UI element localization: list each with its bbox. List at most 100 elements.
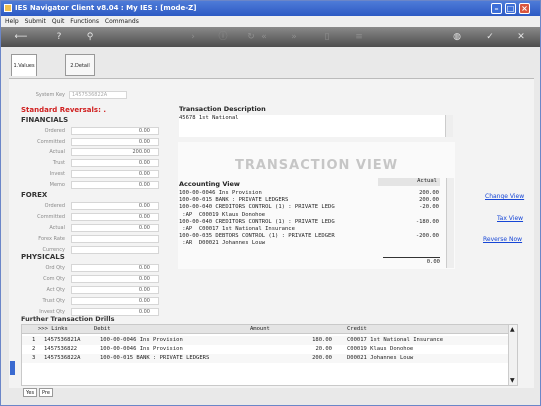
forex-committed-value[interactable]: 0.00 bbox=[71, 213, 159, 221]
com-qty-label: Com Qty bbox=[43, 276, 65, 282]
menu-quit[interactable]: Quit bbox=[52, 18, 65, 25]
row-number: 2 bbox=[32, 346, 36, 352]
ord-qty-label: Ord Qty bbox=[45, 265, 65, 271]
close-window-button[interactable]: × bbox=[519, 3, 530, 14]
further-drills-title: Further Transaction Drills bbox=[21, 315, 115, 323]
scroll-down-icon[interactable]: ▼ bbox=[510, 377, 515, 384]
table-row[interactable]: 1 1457536821A 100-00-0046 Ins Provision … bbox=[22, 336, 509, 345]
side-indicator bbox=[10, 361, 15, 375]
refresh-icon[interactable]: ↻ bbox=[245, 31, 257, 43]
menu-submit[interactable]: Submit bbox=[25, 18, 46, 25]
minimize-button[interactable]: – bbox=[491, 3, 502, 14]
row-credit: C00017 1st National Insurance bbox=[347, 337, 444, 343]
row-link[interactable]: 1457536822A bbox=[44, 355, 80, 361]
info-icon[interactable]: ⓘ bbox=[217, 31, 229, 43]
row-debit: 100-00-0046 Ins Provision bbox=[100, 346, 183, 352]
transaction-description-field[interactable]: 45678 1st National bbox=[179, 115, 449, 137]
menu-commands[interactable]: Commands bbox=[105, 18, 139, 25]
table-row[interactable]: 2 1457536822 100-00-0046 Ins Provision 2… bbox=[22, 345, 509, 354]
last-icon[interactable]: » bbox=[288, 31, 300, 43]
change-view-link[interactable]: Change View bbox=[485, 193, 524, 200]
description-scrollbar[interactable] bbox=[445, 115, 453, 137]
accounting-line: 100-00-040 CREDITORS CONTROL (1) : PRIVA… bbox=[179, 218, 439, 225]
maximize-button[interactable]: □ bbox=[505, 3, 516, 14]
row-link[interactable]: 1457536822 bbox=[44, 346, 77, 352]
drills-header: >>> Links Debit Amount Credit bbox=[22, 325, 517, 334]
row-debit: 100-00-0046 Ins Provision bbox=[100, 337, 183, 343]
bottom-tab-pre[interactable]: Pre bbox=[39, 388, 53, 397]
globe-icon[interactable]: ◍ bbox=[451, 31, 463, 43]
toolbar: ⟵ ? ⚲ › ⓘ ↻ « » ▯ ≡ ◍ ✓ ✕ bbox=[1, 27, 540, 47]
bottom-tab-yes[interactable]: Yes bbox=[23, 388, 38, 397]
trust-label: Trust bbox=[52, 160, 65, 166]
accounting-line: 100-00-035 DEBTORS CONTROL (1) : PRIVATE… bbox=[179, 233, 439, 240]
menu-functions[interactable]: Functions bbox=[70, 18, 99, 25]
memo-label: Memo bbox=[49, 182, 65, 188]
search-icon[interactable]: ⚲ bbox=[84, 31, 96, 43]
col-links: >>> Links bbox=[38, 326, 68, 332]
com-qty-value[interactable]: 0.00 bbox=[71, 275, 159, 283]
accounting-line: :AP C00017 1st National Insurance bbox=[179, 225, 295, 232]
total-divider bbox=[383, 257, 440, 258]
tax-view-link[interactable]: Tax View bbox=[497, 215, 523, 222]
copy-icon[interactable]: ▯ bbox=[321, 31, 333, 43]
menu-bar: Help Submit Quit Functions Commands bbox=[1, 16, 540, 27]
accounting-line: :AR D00021 Johannes Louw bbox=[179, 240, 266, 247]
row-link[interactable]: 1457536821A bbox=[44, 337, 80, 343]
trust-value[interactable]: 0.00 bbox=[71, 159, 159, 167]
accounting-line: 100-00-040 CREDITORS CONTROL (1) : PRIVA… bbox=[179, 204, 439, 211]
row-amount: 180.00 bbox=[312, 337, 332, 343]
row-number: 3 bbox=[32, 355, 36, 361]
accounting-scrollbar[interactable] bbox=[446, 178, 454, 268]
forex-rate-value[interactable] bbox=[71, 235, 159, 243]
table-row[interactable]: 3 1457536822A 100-00-015 BANK : PRIVATE … bbox=[22, 354, 509, 363]
first-icon[interactable]: « bbox=[258, 31, 270, 43]
forex-title: FOREX bbox=[21, 191, 48, 199]
menu-help[interactable]: Help bbox=[5, 18, 19, 25]
drills-scrollbar[interactable]: ▲ ▼ bbox=[508, 325, 517, 385]
standard-reversals-label: Standard Reversals: . bbox=[21, 106, 106, 114]
accounting-line: :AP C00019 Klaus Donohoe bbox=[179, 211, 266, 218]
window-title: IES Navigator Client v8.04 : My IES : [m… bbox=[15, 4, 197, 12]
actual-column-header: Actual bbox=[378, 178, 440, 186]
col-debit: Debit bbox=[94, 326, 111, 332]
next-icon[interactable]: › bbox=[187, 31, 199, 43]
col-amount: Amount bbox=[250, 326, 270, 332]
ordered-label: Ordered bbox=[44, 128, 65, 134]
row-credit: D00021 Johannes Louw bbox=[347, 355, 414, 361]
accounting-lines: 100-00-0046 Ins Provision 200.00 100-00-0… bbox=[179, 190, 439, 248]
physicals-title: PHYSICALS bbox=[21, 253, 65, 261]
back-icon[interactable]: ⟵ bbox=[11, 31, 31, 43]
scroll-up-icon[interactable]: ▲ bbox=[510, 326, 515, 333]
invest-value[interactable]: 0.00 bbox=[71, 170, 159, 178]
act-qty-label: Act Qty bbox=[46, 287, 66, 293]
forex-actual-value[interactable]: 0.00 bbox=[71, 224, 159, 232]
help-icon[interactable]: ? bbox=[53, 31, 65, 43]
row-debit: 100-00-015 BANK : PRIVATE LEDGERS bbox=[100, 355, 210, 361]
ordered-value[interactable]: 0.00 bbox=[71, 127, 159, 135]
close-icon[interactable]: ✕ bbox=[515, 31, 527, 43]
memo-value[interactable]: 0.00 bbox=[71, 181, 159, 189]
accounting-line: 100-00-0046 Ins Provision 200.00 bbox=[179, 190, 439, 196]
tab-values[interactable]: 1.Values bbox=[11, 54, 37, 76]
reverse-now-link[interactable]: Reverse Now bbox=[483, 236, 522, 243]
system-key-field[interactable]: 1457536822A bbox=[69, 91, 127, 99]
trust-qty-label: Trust Qty bbox=[42, 298, 65, 304]
list-icon[interactable]: ≡ bbox=[353, 31, 365, 43]
check-icon[interactable]: ✓ bbox=[484, 31, 496, 43]
act-qty-value[interactable]: 0.00 bbox=[71, 286, 159, 294]
committed-value[interactable]: 0.00 bbox=[71, 138, 159, 146]
row-amount: 20.00 bbox=[315, 346, 332, 352]
transaction-description-label: Transaction Description bbox=[179, 105, 266, 113]
actual-label: Actual bbox=[49, 149, 65, 155]
title-bar: IES Navigator Client v8.04 : My IES : [m… bbox=[1, 1, 540, 16]
trust-qty-value[interactable]: 0.00 bbox=[71, 297, 159, 305]
ord-qty-value[interactable]: 0.00 bbox=[71, 264, 159, 272]
financials-title: FINANCIALS bbox=[21, 116, 69, 124]
currency-value[interactable] bbox=[71, 246, 159, 254]
tab-detail[interactable]: 2.Detail bbox=[65, 54, 95, 76]
actual-value[interactable]: 200.00 bbox=[71, 148, 159, 156]
forex-ordered-label: Ordered bbox=[44, 203, 65, 209]
forex-ordered-value[interactable]: 0.00 bbox=[71, 202, 159, 210]
forex-rate-label: Forex Rate bbox=[38, 236, 65, 242]
